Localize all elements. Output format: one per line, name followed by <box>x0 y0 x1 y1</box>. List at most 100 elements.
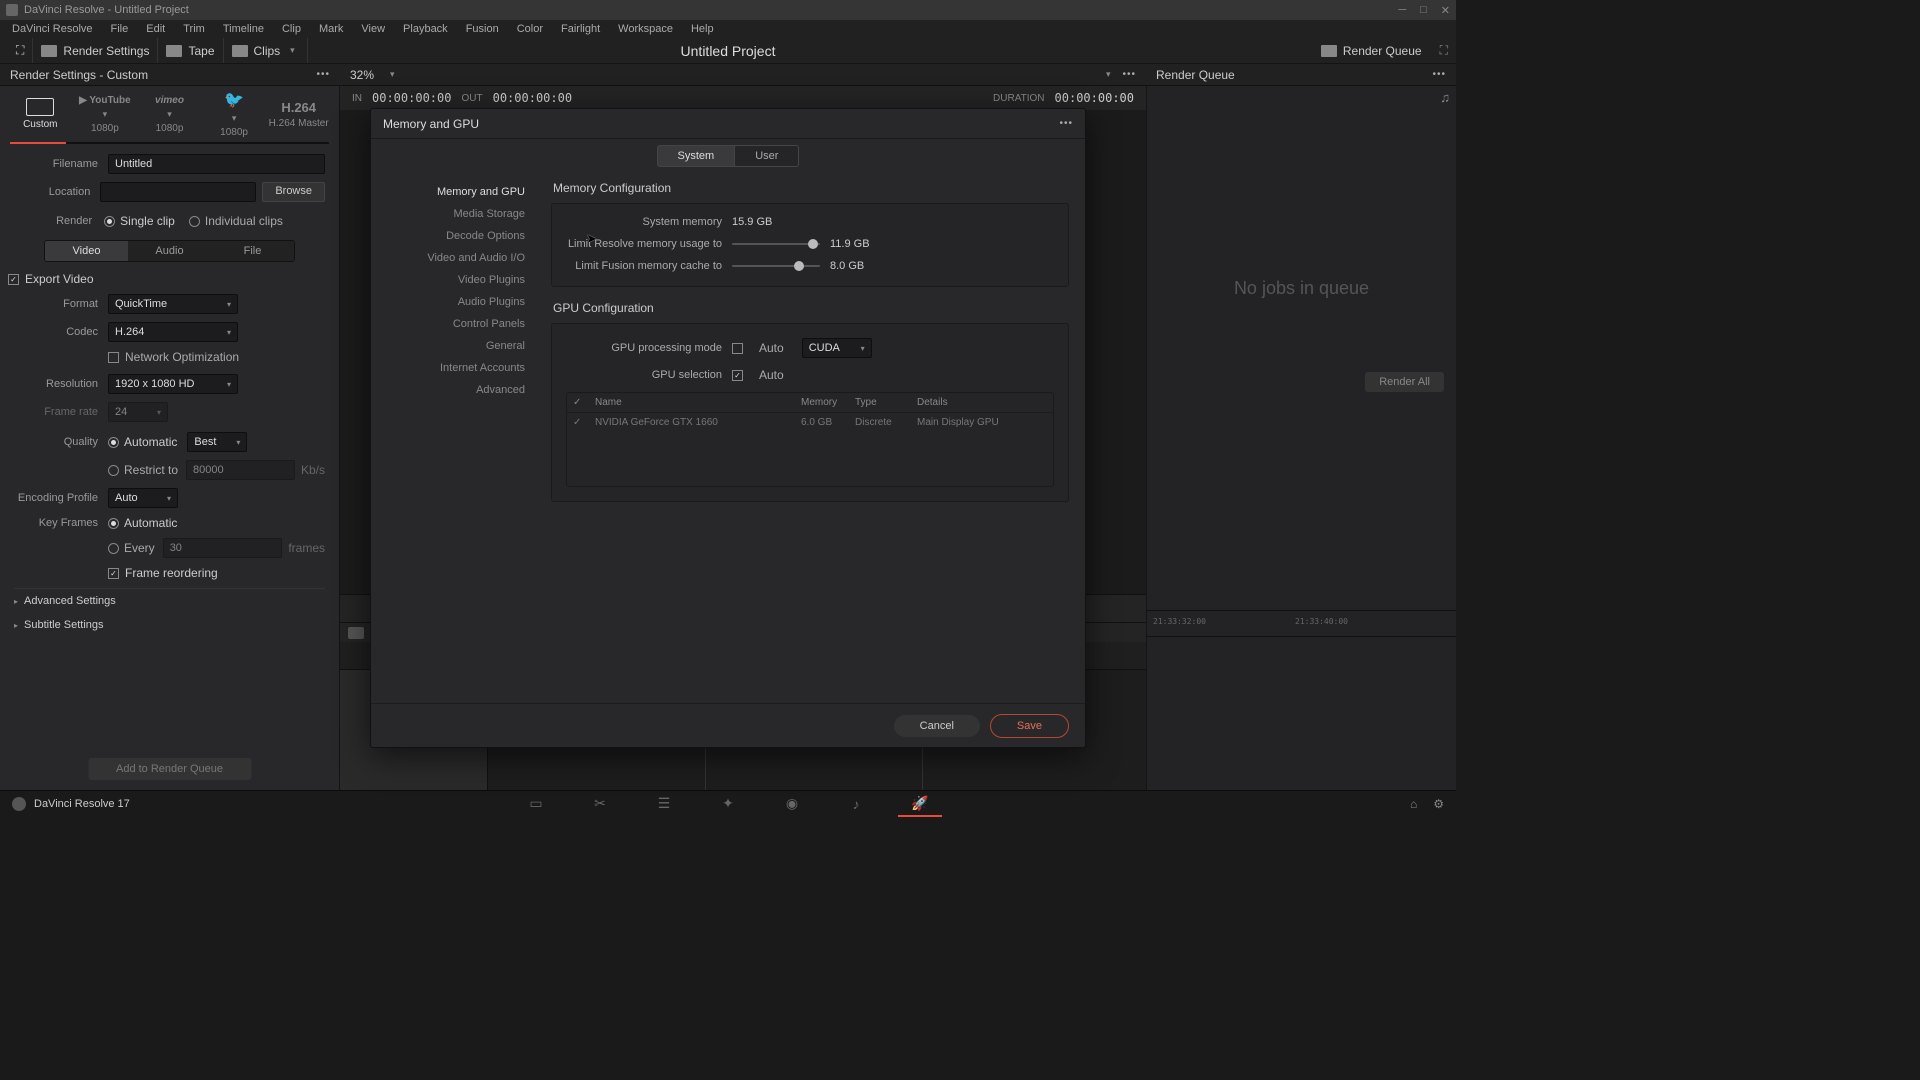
app-label[interactable]: DaVinci Resolve 17 <box>12 797 130 811</box>
sidebar-media-storage[interactable]: Media Storage <box>371 203 539 225</box>
menu-trim[interactable]: Trim <box>175 21 213 37</box>
expand-right-icon[interactable]: ⛶ <box>1440 43 1448 58</box>
location-input[interactable] <box>100 182 256 202</box>
fusion-memory-slider[interactable] <box>732 265 820 267</box>
render-all-button[interactable]: Render All <box>1365 372 1444 392</box>
subtitle-settings-toggle[interactable]: ▸Subtitle Settings <box>14 613 325 637</box>
sidebar-video-plugins[interactable]: Video Plugins <box>371 269 539 291</box>
single-clip-radio[interactable] <box>104 216 115 227</box>
out-timecode[interactable]: 00:00:00:00 <box>493 91 572 105</box>
tape-button[interactable]: Tape <box>158 38 223 63</box>
menu-file[interactable]: File <box>103 21 137 37</box>
chevron-down-icon[interactable]: ▾ <box>390 69 395 80</box>
render-queue-button[interactable]: Render Queue <box>1313 44 1430 58</box>
preset-label: 1080p <box>156 123 184 134</box>
sidebar-decode-options[interactable]: Decode Options <box>371 225 539 247</box>
slider-thumb[interactable] <box>808 239 818 249</box>
browse-button[interactable]: Browse <box>262 182 325 202</box>
preset-vimeo[interactable]: vimeo▾1080p <box>137 91 202 138</box>
tab-audio[interactable]: Audio <box>128 241 211 261</box>
close-icon[interactable]: ✕ <box>1441 4 1450 17</box>
preset-custom[interactable]: Custom <box>8 94 73 134</box>
maximize-icon[interactable]: □ <box>1420 4 1427 17</box>
menu-mark[interactable]: Mark <box>311 21 351 37</box>
sidebar-control-panels[interactable]: Control Panels <box>371 313 539 335</box>
frame-reorder-checkbox[interactable] <box>108 568 119 579</box>
music-icon[interactable]: ♫ <box>1440 90 1450 105</box>
gpu-selection-auto-checkbox[interactable] <box>732 370 743 381</box>
expand-button[interactable]: ⛶ <box>8 38 33 63</box>
in-timecode[interactable]: 00:00:00:00 <box>372 91 451 105</box>
menu-clip[interactable]: Clip <box>274 21 309 37</box>
resolve-memory-slider[interactable] <box>732 243 820 245</box>
render-settings-button[interactable]: Render Settings <box>33 38 158 63</box>
quality-select[interactable]: Best▾ <box>187 432 247 452</box>
gpu-mode-select[interactable]: CUDA▾ <box>802 338 872 358</box>
color-page-icon[interactable]: ◉ <box>782 797 802 811</box>
menu-help[interactable]: Help <box>683 21 722 37</box>
format-select[interactable]: QuickTime▾ <box>108 294 238 314</box>
cancel-button[interactable]: Cancel <box>894 715 980 737</box>
sidebar-general[interactable]: General <box>371 335 539 357</box>
preset-h264[interactable]: H.264H.264 Master <box>266 96 331 133</box>
gear-icon[interactable]: ⚙ <box>1433 797 1444 811</box>
options-icon[interactable]: ••• <box>1059 118 1073 129</box>
minimize-icon[interactable]: ─ <box>1398 4 1406 17</box>
menu-davinci[interactable]: DaVinci Resolve <box>4 21 101 37</box>
system-tab[interactable]: System <box>657 145 736 167</box>
save-button[interactable]: Save <box>990 714 1069 738</box>
filename-input[interactable] <box>108 154 325 174</box>
menu-view[interactable]: View <box>353 21 393 37</box>
preset-twitter[interactable]: 🐦▾1080p <box>202 86 267 142</box>
gpu-mode-auto-checkbox[interactable] <box>732 343 743 354</box>
chevron-down-icon[interactable]: ▾ <box>1106 69 1111 80</box>
sidebar-video-audio-io[interactable]: Video and Audio I/O <box>371 247 539 269</box>
options-icon[interactable]: ••• <box>1432 69 1446 80</box>
auto-label: Auto <box>759 368 784 382</box>
menu-fusion[interactable]: Fusion <box>458 21 507 37</box>
restrict-radio[interactable] <box>108 465 119 476</box>
kf-auto-radio[interactable] <box>108 518 119 529</box>
chevron-right-icon: ▸ <box>14 597 18 606</box>
deliver-page-icon[interactable]: 🚀 <box>910 797 930 811</box>
edit-page-icon[interactable]: ☰ <box>654 797 674 811</box>
media-page-icon[interactable]: ▭ <box>526 797 546 811</box>
network-opt-checkbox[interactable] <box>108 352 119 363</box>
timeline-view-icon[interactable] <box>348 627 364 639</box>
sidebar-advanced[interactable]: Advanced <box>371 379 539 401</box>
sidebar-memory-gpu[interactable]: Memory and GPU <box>371 181 539 203</box>
tab-video[interactable]: Video <box>45 241 128 261</box>
menu-timeline[interactable]: Timeline <box>215 21 272 37</box>
menu-playback[interactable]: Playback <box>395 21 456 37</box>
codec-select[interactable]: H.264▾ <box>108 322 238 342</box>
cut-page-icon[interactable]: ✂ <box>590 797 610 811</box>
menu-workspace[interactable]: Workspace <box>610 21 681 37</box>
options-icon[interactable]: ••• <box>316 69 330 80</box>
menu-color[interactable]: Color <box>509 21 551 37</box>
fusion-page-icon[interactable]: ✦ <box>718 797 738 811</box>
preset-youtube[interactable]: ▶ YouTube▾1080p <box>73 91 138 138</box>
encoding-profile-select[interactable]: Auto▾ <box>108 488 178 508</box>
custom-icon <box>26 98 54 116</box>
resolution-select[interactable]: 1920 x 1080 HD▾ <box>108 374 238 394</box>
queue-ruler[interactable]: 21:33:32:00 21:33:40:00 <box>1147 611 1456 637</box>
home-icon[interactable]: ⌂ <box>1410 797 1417 811</box>
fairlight-page-icon[interactable]: ♪ <box>846 797 866 811</box>
add-to-render-queue-button[interactable]: Add to Render Queue <box>88 758 251 780</box>
tab-file[interactable]: File <box>211 241 294 261</box>
menu-edit[interactable]: Edit <box>138 21 173 37</box>
zoom-percent[interactable]: 32% <box>350 68 374 82</box>
sidebar-internet-accounts[interactable]: Internet Accounts <box>371 357 539 379</box>
individual-clips-radio[interactable] <box>189 216 200 227</box>
user-tab[interactable]: User <box>735 145 799 167</box>
quality-auto-radio[interactable] <box>108 437 119 448</box>
kf-every-radio[interactable] <box>108 543 119 554</box>
export-video-checkbox[interactable] <box>8 274 19 285</box>
options-icon[interactable]: ••• <box>1122 69 1136 80</box>
menu-fairlight[interactable]: Fairlight <box>553 21 608 37</box>
sidebar-audio-plugins[interactable]: Audio Plugins <box>371 291 539 313</box>
slider-thumb[interactable] <box>794 261 804 271</box>
advanced-settings-toggle[interactable]: ▸Advanced Settings <box>14 588 325 613</box>
gpu-table-row[interactable]: ✓ NVIDIA GeForce GTX 1660 6.0 GB Discret… <box>567 413 1053 432</box>
clips-button[interactable]: Clips▾ <box>224 38 308 63</box>
